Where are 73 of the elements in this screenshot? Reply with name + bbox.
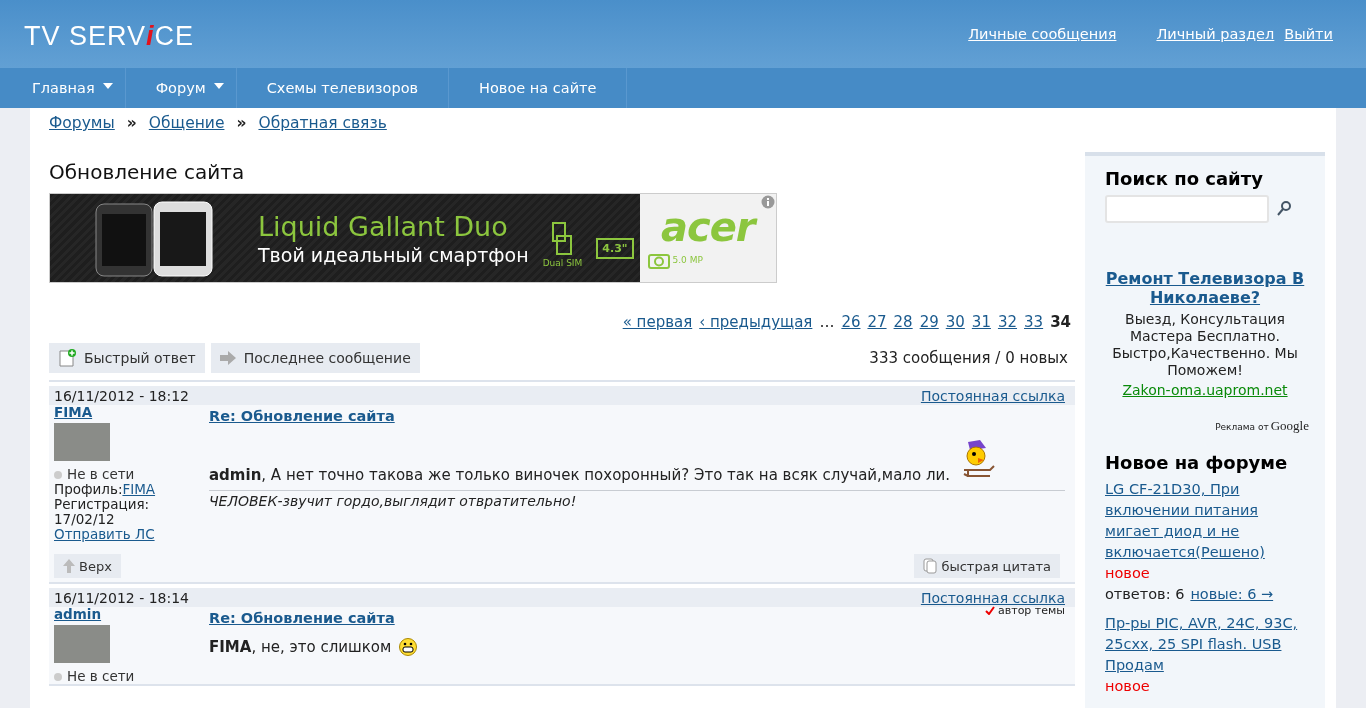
pages-icon (923, 558, 938, 574)
sidebar-heading: Поиск по сайту (1105, 168, 1264, 189)
page-link[interactable]: 31 (971, 313, 991, 331)
pagination-ellipsis: … (819, 313, 835, 331)
signature-text: ЧЕЛОВЕК-звучит гордо,выглядит отвратительно! (209, 492, 578, 509)
note-plus-icon (58, 349, 76, 367)
new-label: новое (1105, 678, 1150, 694)
back-to-top-button[interactable]: Верх (54, 554, 121, 578)
permalink[interactable]: Постоянная ссылка (920, 388, 1065, 404)
profile-label: Профиль: (54, 481, 123, 497)
ad-url-link[interactable]: Zakon-oma.uaprom.net (1122, 382, 1288, 398)
ad-attribution: Реклама от (1215, 422, 1269, 432)
topic-link[interactable]: LG CF-21D30, При включении питания мигает диод и не включается(Решено) (1105, 479, 1305, 563)
page-link[interactable]: 28 (893, 313, 913, 331)
post-text: FIMA, не, это слишком (209, 638, 392, 656)
last-post-button[interactable]: Последнее сообщение (210, 343, 420, 373)
status-text: Не в сети (67, 467, 135, 482)
camera-label: 5.0 MP (672, 255, 703, 265)
ad-banner[interactable]: Liquid Gallant Duo Твой идеальный смартфон Dual SIM 4.3" acer 5.0 MP (49, 193, 777, 283)
search-field[interactable] (1105, 195, 1269, 223)
banner-headline: Liquid Gallant Duo (258, 210, 509, 242)
breadcrumb-separator: » (236, 114, 247, 132)
sim-card-icon (552, 222, 573, 256)
right-arrow-icon (219, 351, 236, 365)
quick-reply-button[interactable]: Быстрый ответ (49, 343, 205, 373)
page-link[interactable]: ‹ предыдущая (699, 313, 813, 331)
grinning-smiley-icon (399, 638, 418, 656)
post-text: admin, А нет точно такова же только виночек похоронный? Это так на всяк случай,мало ли. (209, 466, 950, 484)
registration-date: Регистрация: 17/02/12 (54, 497, 151, 527)
avatar-placeholder (54, 625, 110, 663)
post-title-link[interactable]: Re: Обновление сайта (209, 408, 395, 424)
page-link[interactable]: 29 (919, 313, 939, 331)
banner-tagline: Твой идеальный смартфон (258, 243, 529, 266)
post-date: 16/11/2012 - 18:12 (54, 388, 189, 404)
new-label: новое (1105, 565, 1150, 581)
post-count: 333 сообщения / 0 новых (869, 349, 1068, 367)
ad-title-link[interactable]: Ремонт Телевизора В Николаеве? (1105, 269, 1305, 307)
post-title-link[interactable]: Re: Обновление сайта (209, 610, 395, 626)
breadcrumb-link[interactable]: Форумы (49, 114, 115, 132)
checkmark-icon (985, 606, 995, 615)
author-label: автор темы (998, 604, 1065, 617)
post-date: 16/11/2012 - 18:14 (54, 590, 189, 606)
page-link[interactable]: 26 (841, 313, 861, 331)
screen-size-badge: 4.3" (596, 237, 634, 259)
status-text: Не в сети (67, 669, 135, 684)
breadcrumb-link[interactable]: Общение (148, 114, 225, 132)
new-replies-link[interactable]: новые: 6 → (1190, 584, 1274, 605)
up-arrow-icon (63, 559, 75, 573)
search-icon (1277, 201, 1291, 217)
page-link[interactable]: 32 (997, 313, 1018, 331)
profile-link[interactable]: FIMA (122, 481, 156, 497)
reply-count: ответов: 6 (1105, 585, 1185, 604)
page-link[interactable]: 33 (1024, 313, 1044, 331)
ad-text: Выезд, Консультация Мастера Бесплатно. Быстро,Качественно. Мы Поможем! (1111, 311, 1299, 379)
topic-title: Обновление сайта (49, 160, 246, 184)
sidebar-heading: Новое на форуме (1105, 452, 1289, 473)
quick-quote-button[interactable]: быстрая цитата (914, 554, 1060, 578)
page-link[interactable]: « первая (622, 313, 693, 331)
page-link[interactable]: 30 (945, 313, 965, 331)
camera-icon (647, 251, 670, 269)
sim-label: Dual SIM (542, 258, 583, 268)
author-link[interactable]: FIMA (54, 405, 93, 420)
breadcrumb-separator: » (126, 114, 137, 132)
current-page: 34 (1050, 313, 1071, 331)
breadcrumb-link[interactable]: Обратная связь (258, 114, 387, 132)
permalink[interactable]: Постоянная ссылка (920, 590, 1065, 606)
send-message-link[interactable]: Отправить ЛС (54, 527, 155, 542)
author-link[interactable]: admin (54, 607, 102, 622)
avatar-placeholder (54, 423, 110, 461)
ad-brand: Google (1270, 418, 1309, 434)
info-icon (761, 195, 775, 209)
page-link[interactable]: 27 (867, 313, 887, 331)
topic-link[interactable]: Пр-ры PIC, AVR, 24C, 93C, 25cxx, 25 SPI flash. USB Продам (1105, 613, 1305, 676)
